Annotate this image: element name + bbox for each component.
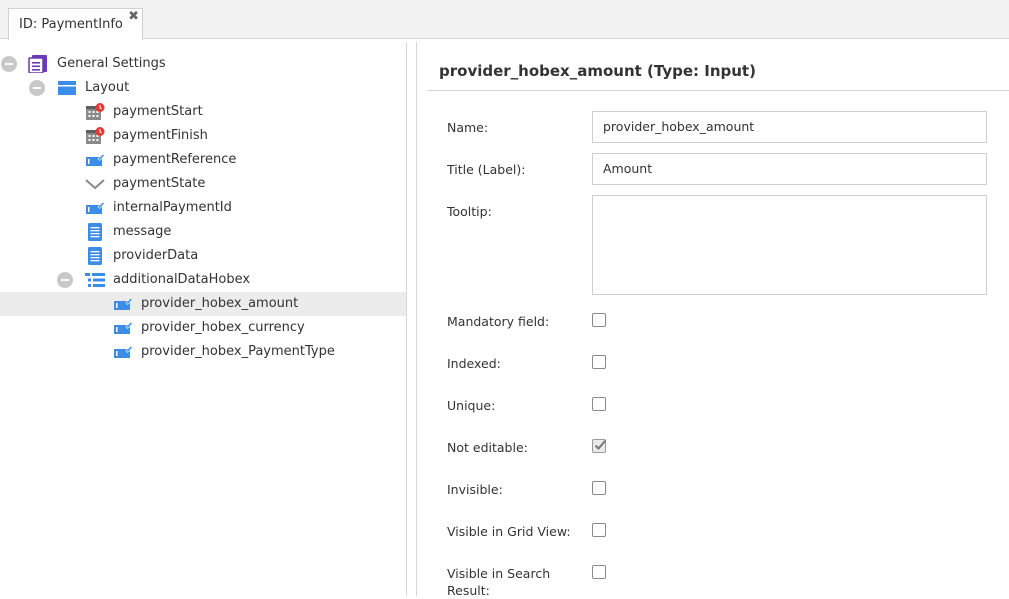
select-icon: [85, 175, 105, 193]
tree-item-field[interactable]: message: [0, 220, 406, 244]
collapse-icon[interactable]: [29, 80, 45, 96]
tree-item-provider-hobex-currency[interactable]: provider_hobex_currency: [0, 316, 406, 340]
tree-item-label: provider_hobex_currency: [141, 320, 305, 335]
tree-item-label: Layout: [85, 80, 130, 95]
tree-item-layout[interactable]: Layout: [0, 76, 406, 100]
tree-item-provider-hobex-paymenttype[interactable]: provider_hobex_PaymentType: [0, 340, 406, 364]
textarea-icon: [85, 247, 105, 265]
tree-item-label: providerData: [113, 248, 199, 263]
collapse-icon[interactable]: [1, 56, 17, 72]
tree-item-label: paymentStart: [113, 104, 203, 119]
indexed-label: Indexed:: [447, 356, 501, 371]
tab-strip: ID: PaymentInfo ✖: [0, 0, 1009, 40]
input-icon: [85, 151, 105, 169]
tooltip-label: Tooltip:: [447, 204, 492, 219]
visible-search-label: Visible in Search Result:: [447, 566, 551, 598]
name-label: Name:: [447, 120, 489, 135]
title-label: Title (Label):: [447, 162, 526, 177]
invisible-label: Invisible:: [447, 482, 503, 497]
visible-grid-checkbox[interactable]: [592, 523, 606, 537]
tab-label: ID: PaymentInfo: [19, 17, 123, 32]
tree-item-field[interactable]: internalPaymentId: [0, 196, 406, 220]
not-editable-checkbox[interactable]: [592, 439, 607, 453]
tree-item-label: internalPaymentId: [113, 200, 232, 215]
layout-tree: General Settings Layout paymentStart pay…: [0, 40, 406, 596]
name-field[interactable]: provider_hobex_amount: [592, 111, 987, 143]
tree-item-general-settings[interactable]: General Settings: [0, 52, 406, 76]
visible-search-checkbox[interactable]: [592, 565, 606, 579]
close-icon[interactable]: ✖: [128, 9, 139, 24]
tree-item-field[interactable]: paymentStart: [0, 100, 406, 124]
textarea-icon: [85, 223, 105, 241]
input-icon: [113, 343, 133, 361]
tree-item-label: message: [113, 224, 172, 239]
unique-checkbox[interactable]: [592, 397, 606, 411]
tree-item-provider-hobex-amount[interactable]: provider_hobex_amount: [0, 292, 406, 316]
unique-label: Unique:: [447, 398, 496, 413]
collapse-icon[interactable]: [57, 272, 73, 288]
tree-item-label: paymentFinish: [113, 128, 208, 143]
datetime-icon: [85, 103, 105, 121]
tree-item-label: additionalDataHobex: [113, 272, 251, 287]
input-icon: [85, 199, 105, 217]
tooltip-field[interactable]: [592, 195, 987, 295]
tree-item-label: provider_hobex_PaymentType: [141, 344, 335, 359]
invisible-checkbox[interactable]: [592, 481, 606, 495]
input-icon: [113, 295, 133, 313]
tree-item-label: paymentState: [113, 176, 206, 191]
tree-item-field[interactable]: paymentFinish: [0, 124, 406, 148]
tree-item-label: paymentReference: [113, 152, 237, 167]
tree-item-field[interactable]: paymentState: [0, 172, 406, 196]
panel-divider: [416, 42, 417, 596]
panel-splitter[interactable]: [406, 42, 407, 596]
form-icon: [28, 55, 48, 73]
divider: [427, 90, 1009, 91]
mandatory-label: Mandatory field:: [447, 314, 550, 329]
panel-icon: [57, 79, 77, 97]
indexed-checkbox[interactable]: [592, 355, 606, 369]
datetime-icon: [85, 127, 105, 145]
tab-paymentinfo[interactable]: ID: PaymentInfo ✖: [8, 8, 143, 40]
not-editable-label: Not editable:: [447, 440, 528, 455]
checkmark-icon: [594, 439, 607, 450]
tree-item-field[interactable]: paymentReference: [0, 148, 406, 172]
visible-grid-label: Visible in Grid View:: [447, 524, 571, 539]
tree-item-label: provider_hobex_amount: [141, 296, 299, 311]
tree-item-additionaldatahobex[interactable]: additionalDataHobex: [0, 268, 406, 292]
mandatory-checkbox[interactable]: [592, 313, 606, 327]
title-field[interactable]: Amount: [592, 153, 987, 185]
list-icon: [85, 271, 105, 289]
input-icon: [113, 319, 133, 337]
tree-item-field[interactable]: providerData: [0, 244, 406, 268]
tree-item-label: General Settings: [57, 56, 166, 71]
panel-title: provider_hobex_amount (Type: Input): [439, 62, 756, 80]
